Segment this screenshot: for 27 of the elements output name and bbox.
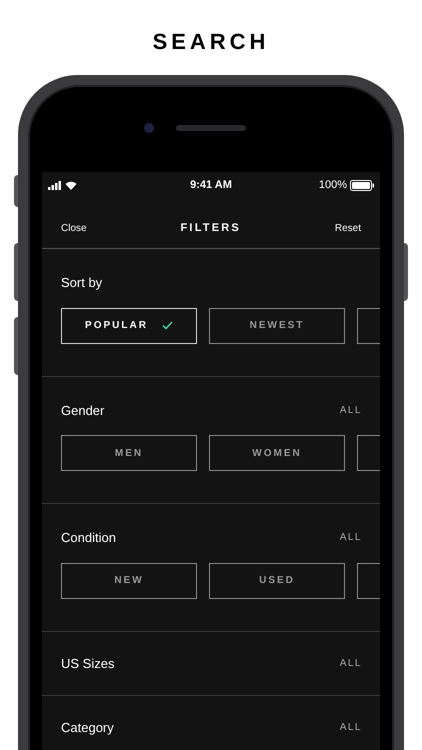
- check-icon: [162, 321, 173, 330]
- wifi-icon: [65, 180, 77, 190]
- option-chip[interactable]: POPULAR: [61, 308, 197, 344]
- battery-icon: [350, 180, 374, 190]
- section-title: Gender: [61, 402, 104, 420]
- reset-button[interactable]: Reset: [334, 220, 361, 236]
- section-value: ALL: [340, 656, 362, 671]
- camera-icon: [144, 123, 154, 133]
- section-value: ALL: [340, 721, 362, 736]
- option-chip[interactable]: WOMEN: [209, 435, 345, 471]
- section-title: US Sizes: [61, 654, 114, 672]
- signal-icon: [48, 180, 62, 190]
- headline: SEARCH: [152, 28, 270, 56]
- speaker-grille: [176, 125, 246, 131]
- option-chip[interactable]: NEW: [61, 562, 197, 598]
- close-button[interactable]: Close: [61, 220, 87, 236]
- section-value: ALL: [340, 404, 362, 418]
- section-title: Category: [61, 719, 114, 737]
- battery-percent: 100%: [318, 178, 347, 193]
- section-title: Condition: [61, 529, 116, 547]
- option-chip[interactable]: USED: [209, 562, 345, 598]
- screen-title: FILTERS: [180, 220, 241, 236]
- option-chip[interactable]: NEWEST: [209, 308, 345, 344]
- section-title: Sort by: [61, 274, 102, 292]
- section-value: ALL: [340, 531, 362, 546]
- option-chip[interactable]: MEN: [61, 435, 197, 471]
- status-time: 9:41 AM: [190, 178, 232, 193]
